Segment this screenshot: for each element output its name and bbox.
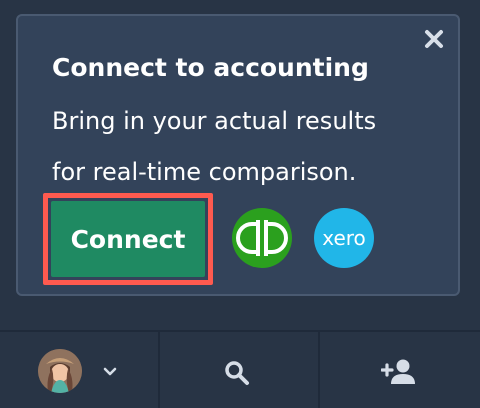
- connect-button[interactable]: Connect: [51, 201, 205, 277]
- card-description: Bring in your actual results for real-ti…: [52, 96, 432, 198]
- accounting-connect-card: Connect to accounting Bring in your actu…: [16, 14, 460, 296]
- xero-logo: xero: [314, 208, 374, 268]
- card-title: Connect to accounting: [52, 53, 369, 82]
- quickbooks-logo: [232, 208, 292, 268]
- card-description-line-2: for real-time comparison.: [52, 158, 357, 186]
- xero-logo-text: xero: [322, 226, 366, 250]
- close-icon[interactable]: [421, 26, 447, 52]
- card-description-line-1: Bring in your actual results: [52, 107, 377, 135]
- add-user-icon[interactable]: [381, 357, 417, 387]
- avatar[interactable]: [38, 349, 82, 393]
- search-icon[interactable]: [223, 359, 251, 387]
- chevron-down-icon[interactable]: [101, 362, 119, 380]
